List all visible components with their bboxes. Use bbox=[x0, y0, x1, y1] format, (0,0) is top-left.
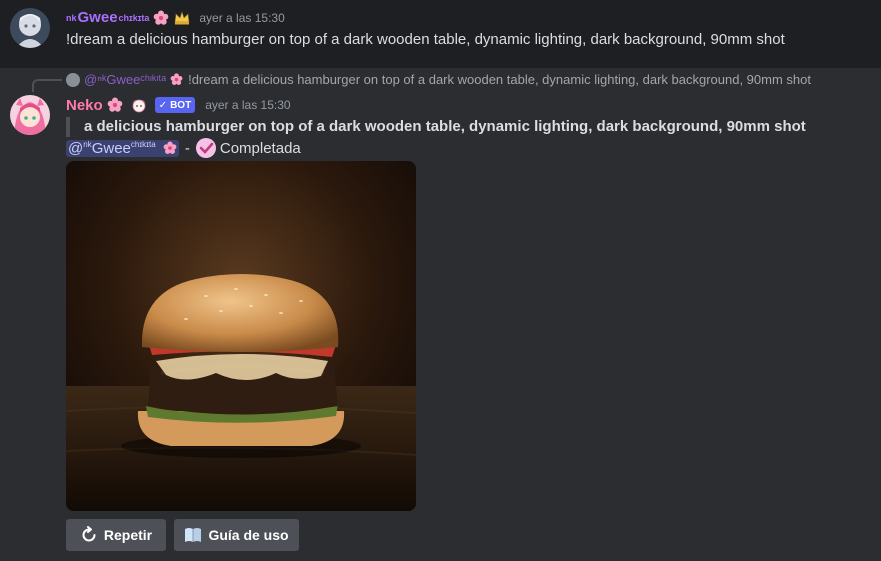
mention-at: @ bbox=[68, 139, 84, 157]
bot-name: Neko bbox=[66, 96, 103, 114]
reply-author: @ⁿᵏGweeᶜʰᶦᵏᶦᵗᵃ bbox=[84, 72, 167, 87]
cherry-blossom-icon bbox=[163, 140, 177, 154]
verified-check-icon: ✓ bbox=[158, 99, 168, 111]
user-mention[interactable]: @nkGweechɪkɪta bbox=[66, 139, 179, 157]
separator: - bbox=[184, 139, 190, 157]
mention-prefix: nk bbox=[83, 139, 92, 149]
username-prefix: nk bbox=[66, 12, 77, 23]
guide-button[interactable]: Guía de uso bbox=[174, 519, 299, 551]
crown-icon bbox=[175, 10, 190, 24]
avatar-neko[interactable] bbox=[10, 95, 50, 135]
status-line: @nkGweechɪkɪta - Completada bbox=[66, 138, 301, 158]
mention-suffix: chɪkɪta bbox=[130, 139, 156, 149]
username-gwee[interactable]: nk Gwee chɪkɪta ayer a las 15:30 bbox=[66, 9, 285, 26]
cherry-blossom-icon bbox=[107, 97, 122, 112]
reply-content: !dream a delicious hamburger on top of a… bbox=[188, 72, 811, 87]
guide-button-label: Guía de uso bbox=[208, 527, 289, 543]
username-main: Gwee bbox=[77, 9, 118, 26]
generated-image[interactable] bbox=[66, 161, 416, 511]
mention-name: Gwee bbox=[91, 139, 131, 157]
cherry-blossom-icon bbox=[170, 73, 183, 86]
reply-connector bbox=[32, 79, 62, 92]
message-1: nk Gwee chɪkɪta ayer a las 15:30 !dream … bbox=[0, 0, 881, 68]
message-timestamp: ayer a las 15:30 bbox=[199, 10, 285, 25]
username-neko[interactable]: Neko ✓ BOT ayer a las 15:30 bbox=[66, 95, 291, 115]
status-text: Completada bbox=[219, 139, 301, 157]
hamburger-image bbox=[66, 161, 416, 511]
reply-preview[interactable]: @ⁿᵏGweeᶜʰᶦᵏᶦᵗᵃ !dream a delicious hambur… bbox=[66, 72, 811, 87]
anime-girl-icon bbox=[131, 99, 146, 113]
bot-badge-label: BOT bbox=[170, 99, 192, 111]
avatar-gwee[interactable] bbox=[10, 8, 50, 48]
message-timestamp: ayer a las 15:30 bbox=[205, 98, 291, 112]
reply-avatar bbox=[66, 72, 80, 87]
message-content: !dream a delicious hamburger on top of a… bbox=[66, 31, 785, 48]
repeat-button[interactable]: Repetir bbox=[66, 519, 166, 551]
book-icon bbox=[184, 527, 202, 543]
cherry-blossom-icon bbox=[154, 10, 169, 25]
check-circle-icon bbox=[195, 138, 216, 158]
bot-badge: ✓ BOT bbox=[154, 97, 196, 113]
prompt-quote: a delicious hamburger on top of a dark w… bbox=[66, 117, 806, 137]
refresh-icon bbox=[80, 526, 98, 544]
repeat-button-label: Repetir bbox=[103, 527, 153, 543]
username-suffix: chɪkɪta bbox=[118, 12, 150, 23]
